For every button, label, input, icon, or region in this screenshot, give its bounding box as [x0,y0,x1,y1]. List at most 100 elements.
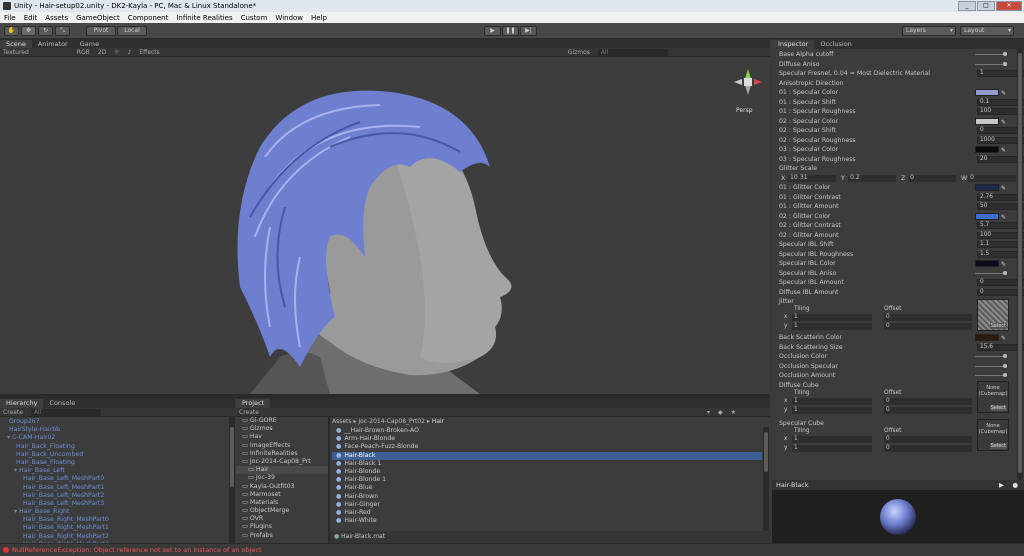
tab-hierarchy[interactable]: Hierarchy [0,399,44,408]
vector-z-field[interactable]: 0 [908,174,956,182]
offset-field[interactable]: 0 [884,323,972,330]
vector-w-field[interactable]: 0 [968,174,1016,182]
tiling-field[interactable]: 1 [792,406,872,414]
star-icon[interactable]: ★ [731,409,736,416]
texture-select-button[interactable]: Select [989,442,1007,449]
asset-item[interactable]: ● Hair-Ginger [332,501,762,509]
preview-shape-icon[interactable]: ● [1012,480,1018,490]
menu-custom[interactable]: Custom [241,14,268,22]
hierarchy-item[interactable]: Hair_Back_Uncombed [0,451,235,459]
asset-item[interactable]: ● Hair-Red [332,509,762,517]
hierarchy-item[interactable]: Hair_Base_Right_MeshPart0 [0,516,235,524]
hierarchy-item[interactable]: Hair_Base_Right_MeshPart2 [0,533,235,541]
tiling-field[interactable]: 1 [792,314,872,321]
hierarchy-item[interactable]: Hair_Base_Floating [0,459,235,467]
pivot-toggle[interactable]: Pivot [86,26,116,36]
offset-field[interactable]: 0 [884,435,972,443]
texture-select-button[interactable]: Select [989,323,1007,329]
asset-item[interactable]: ● Hair-White [332,517,762,525]
expand-arrow-icon[interactable]: ▾ [14,467,17,474]
property-slider[interactable] [975,363,1007,368]
folder-item[interactable]: ▭ Prefabs [236,532,328,540]
color-swatch[interactable] [975,146,999,153]
expand-arrow-icon[interactable]: ▾ [14,508,17,515]
menu-assets[interactable]: Assets [45,14,68,22]
menu-window[interactable]: Window [275,14,303,22]
tab-project[interactable]: Project [236,399,271,408]
hierarchy-item[interactable]: Hair_Base_Right_MeshPart1 [0,524,235,532]
hierarchy-item[interactable]: Hair_Base_Left_MeshPart0 [0,475,235,483]
scale-tool-icon[interactable]: ⤡ [55,26,70,36]
folder-item[interactable]: ▭ Gizmos [236,425,328,433]
color-swatch[interactable] [975,334,999,341]
asset-item[interactable]: ● Hair-Black 1 [332,460,762,468]
status-bar[interactable]: NullReferenceException: Object reference… [0,543,1024,556]
tiling-field[interactable]: 1 [792,444,872,452]
asset-item[interactable]: ● __Hair-Brown-Broken-AO [332,427,762,435]
preview-play-icon[interactable]: ▶ [999,480,1004,490]
effects-dropdown[interactable]: Effects [139,49,159,56]
texture-slot[interactable]: None (Cubemap) Select [977,418,1009,451]
hierarchy-search-input[interactable]: All [30,408,101,416]
menu-infinite-realities[interactable]: Infinite Realities [176,14,232,22]
color-swatch[interactable] [975,212,999,220]
orientation-gizmo-icon[interactable] [730,67,766,107]
asset-item[interactable]: ● Hair-Blonde 1 [332,476,762,484]
step-icon[interactable]: ▶| [520,26,537,36]
hierarchy-item[interactable]: HairStyle-Hairbb [0,426,235,434]
hierarchy-item[interactable]: Hair_Back_Floating [0,443,235,451]
menu-edit[interactable]: Edit [24,14,38,22]
property-slider[interactable] [975,61,1007,66]
color-swatch[interactable] [975,117,999,125]
filter-icon[interactable]: ▾ [707,409,710,416]
folder-item[interactable]: ▭ Hair [236,466,328,475]
move-tool-icon[interactable]: ✥ [21,26,36,36]
texture-select-button[interactable]: Select [989,404,1007,411]
color-swatch[interactable] [975,89,999,96]
label-icon[interactable]: ◆ [718,409,723,416]
inspector-scrollbar[interactable] [1017,49,1023,480]
pause-icon[interactable]: ❚❚ [502,26,519,36]
vector-y-field[interactable]: 0.2 [848,174,896,182]
hierarchy-item[interactable]: Group267 [0,418,235,426]
folder-item[interactable]: ▭ Joc-2014-Cap08_Prt [236,458,328,466]
hierarchy-item[interactable]: ▾ C-CAM-Hair02 [0,434,235,442]
expand-arrow-icon[interactable]: ▾ [7,434,10,441]
maximize-button[interactable]: □ [977,1,995,11]
play-icon[interactable]: ▶ [484,26,501,36]
rotate-tool-icon[interactable]: ↻ [38,26,53,36]
local-toggle[interactable]: Local [117,26,147,36]
tiling-field[interactable]: 1 [792,435,872,443]
folder-item[interactable]: ▭ Joc-39 [236,474,328,482]
scene-search-input[interactable]: All [597,48,668,56]
vector-x-field[interactable]: 10.31 [788,174,836,182]
lighting-icon[interactable]: ☼ [114,49,119,56]
asset-item[interactable]: ● Arm-Hair-Blonde [332,435,762,443]
folder-item[interactable]: ▭ OVR [236,515,328,523]
folder-item[interactable]: ▭ ObjectMerge [236,507,328,515]
folder-item[interactable]: ▭ Gi-GORE [236,417,328,425]
hierarchy-item[interactable]: Hair_Base_Left_MeshPart1 [0,484,235,492]
folder-item[interactable]: ▭ Materials [236,499,328,507]
layers-dropdown[interactable]: Layers ▾ [902,26,956,36]
asset-scrollbar[interactable] [763,427,769,531]
hierarchy-item[interactable]: Hair_Base_Left_MeshPart2 [0,492,235,500]
hierarchy-item[interactable]: ▾ Hair_Base_Left [0,467,235,475]
texture-slot[interactable]: None (Cubemap) Select [977,380,1009,413]
tab-console[interactable]: Console [43,399,81,408]
offset-field[interactable]: 0 [884,444,972,452]
property-slider[interactable] [975,52,1007,56]
menu-component[interactable]: Component [128,14,169,22]
project-create-dropdown[interactable]: Create [239,409,259,416]
menu-help[interactable]: Help [311,14,327,22]
asset-item[interactable]: ● Hair-Blonde [332,468,762,476]
offset-field[interactable]: 0 [884,314,972,321]
color-swatch[interactable] [975,260,999,267]
close-button[interactable]: ✕ [996,1,1022,11]
folder-item[interactable]: ▭ Hav [236,433,328,441]
property-slider[interactable] [975,354,1007,358]
menu-file[interactable]: File [4,14,16,22]
render-mode-dropdown[interactable]: RGB [77,49,90,56]
texture-slot[interactable]: Select [977,299,1009,331]
tab-occlusion[interactable]: Occlusion [814,40,857,49]
